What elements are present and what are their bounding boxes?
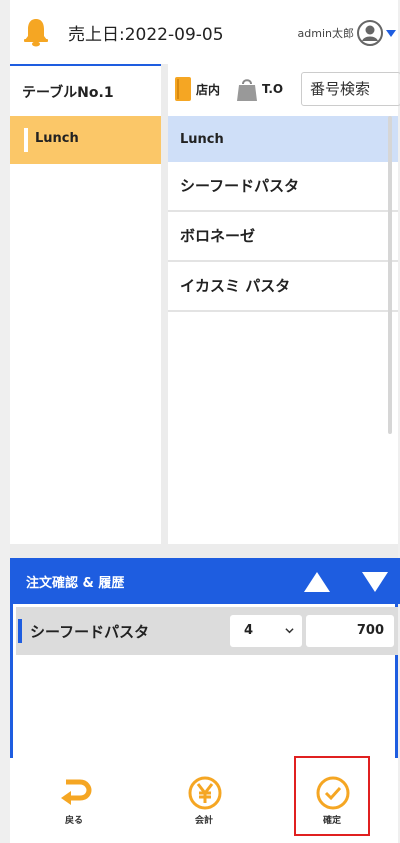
category-item-lunch[interactable]: Lunch — [10, 116, 161, 164]
sales-date-value: 2022-09-05 — [124, 25, 224, 45]
menu-item[interactable]: ボロネーゼ — [168, 212, 398, 262]
menu-item[interactable]: イカスミ パスタ — [168, 262, 398, 312]
instore-button[interactable]: 店内 — [174, 76, 220, 102]
user-avatar-icon — [357, 20, 383, 46]
menu-list: Lunch シーフードパスタ ボロネーゼ イカスミ パスタ — [168, 116, 398, 544]
takeout-label: T.O — [262, 82, 284, 96]
menu-item-label: シーフードパスタ — [180, 177, 300, 195]
table-number-label: テーブルNo.1 — [22, 85, 114, 101]
app-frame: 売上日:2022-09-05 admin太郎 テーブルNo.1 Lunch 店内… — [10, 0, 400, 843]
arrow-up-icon[interactable] — [303, 571, 331, 593]
menu-scrollbar[interactable] — [388, 116, 392, 434]
order-confirm-header: 注文確認 & 履歴 — [13, 558, 400, 604]
price-field[interactable]: 700 — [306, 615, 394, 647]
instore-label: 店内 — [196, 82, 221, 97]
arrow-down-icon[interactable] — [361, 571, 389, 593]
user-menu[interactable]: admin太郎 — [298, 20, 396, 46]
category-list-empty-area — [10, 164, 161, 542]
menu-item-label: イカスミ パスタ — [180, 277, 291, 295]
menu-item[interactable]: シーフードパスタ — [168, 162, 398, 212]
sales-date: 売上日:2022-09-05 — [68, 20, 224, 45]
chevron-down-icon[interactable] — [386, 28, 396, 38]
takeout-button[interactable]: T.O — [236, 76, 283, 102]
order-row-marker — [18, 619, 22, 643]
bell-icon[interactable] — [23, 17, 49, 47]
back-label: 戻る — [64, 816, 83, 826]
category-label: Lunch — [35, 131, 79, 146]
confirm-highlight-box — [294, 756, 370, 836]
menu-book-icon — [175, 77, 191, 101]
return-arrow-icon — [61, 779, 92, 805]
category-list: Lunch — [10, 116, 161, 544]
category-selected-marker — [24, 128, 28, 152]
user-name: admin太郎 — [297, 27, 354, 40]
order-type-row: 店内 T.O 番号検索 — [168, 64, 400, 114]
checkout-button[interactable]: 会計 — [164, 758, 244, 838]
takeout-bag-icon — [237, 79, 257, 101]
back-button[interactable]: 戻る — [34, 758, 114, 838]
menu-category-header: Lunch — [168, 116, 398, 163]
order-item-name: シーフードパスタ — [30, 623, 150, 641]
sales-date-label: 売上日: — [68, 25, 125, 45]
quantity-select[interactable]: 4 — [230, 615, 302, 647]
order-confirm-panel: 注文確認 & 履歴 シーフードパスタ 4 700 — [10, 558, 400, 758]
quantity-value: 4 — [244, 623, 254, 638]
checkout-label: 会計 — [194, 816, 213, 826]
table-number-tab[interactable]: テーブルNo.1 — [10, 64, 161, 116]
number-search-input[interactable]: 番号検索 — [301, 72, 400, 106]
order-row[interactable]: シーフードパスタ 4 700 — [16, 607, 398, 655]
chevron-down-icon — [285, 628, 294, 634]
column-divider — [161, 64, 168, 544]
order-confirm-title: 注文確認 & 履歴 — [26, 576, 125, 591]
menu-item-label: ボロネーゼ — [180, 227, 256, 245]
yen-circle-icon — [188, 776, 222, 810]
header: 売上日:2022-09-05 admin太郎 — [10, 0, 398, 64]
section-gap — [10, 544, 398, 558]
menu-category-header-label: Lunch — [180, 132, 224, 147]
